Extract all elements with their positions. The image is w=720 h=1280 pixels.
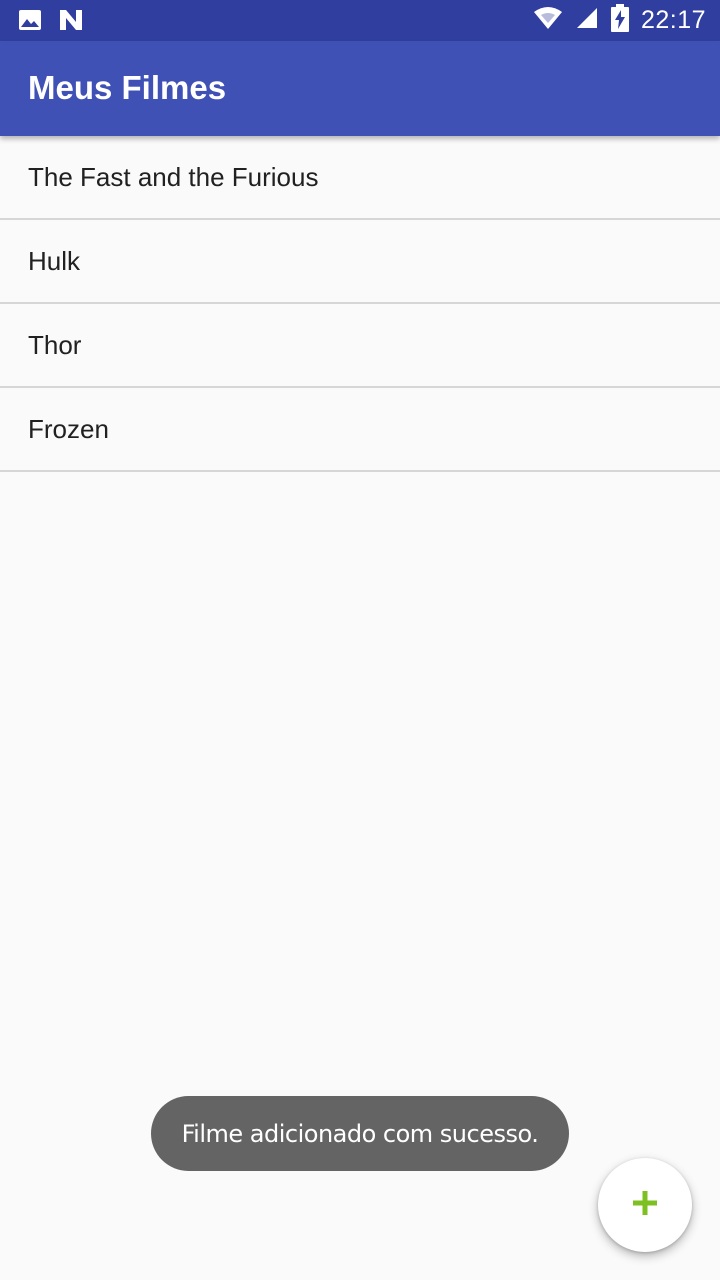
movie-title: Thor xyxy=(28,329,82,360)
movie-title: The Fast and the Furious xyxy=(28,161,319,192)
app-bar: Meus Filmes xyxy=(0,41,720,136)
list-item[interactable]: Thor xyxy=(0,304,720,388)
status-right-icons: 22:17 xyxy=(533,0,706,41)
list-item[interactable]: Frozen xyxy=(0,388,720,472)
cell-signal-icon xyxy=(575,6,599,35)
plus-icon xyxy=(632,1190,658,1221)
movie-title: Frozen xyxy=(28,413,109,444)
list-item[interactable]: Hulk xyxy=(0,220,720,304)
app-title: Meus Filmes xyxy=(28,69,227,106)
status-time: 22:17 xyxy=(640,6,706,34)
screen: 22:17 Meus Filmes The Fast and the Furio… xyxy=(0,0,720,1280)
toast-message: Filme adicionado com sucesso. xyxy=(181,1119,539,1148)
movie-title: Hulk xyxy=(28,245,81,276)
battery-charging-icon xyxy=(610,4,629,37)
n-notification-icon xyxy=(58,8,84,37)
movie-list: The Fast and the Furious Hulk Thor Froze… xyxy=(0,136,720,472)
wifi-icon xyxy=(533,6,563,35)
status-left-icons xyxy=(18,8,84,37)
toast: Filme adicionado com sucesso. xyxy=(151,1096,569,1171)
list-item[interactable]: The Fast and the Furious xyxy=(0,136,720,220)
add-movie-button[interactable] xyxy=(598,1158,692,1252)
status-bar: 22:17 xyxy=(0,0,720,41)
image-icon xyxy=(18,8,42,37)
